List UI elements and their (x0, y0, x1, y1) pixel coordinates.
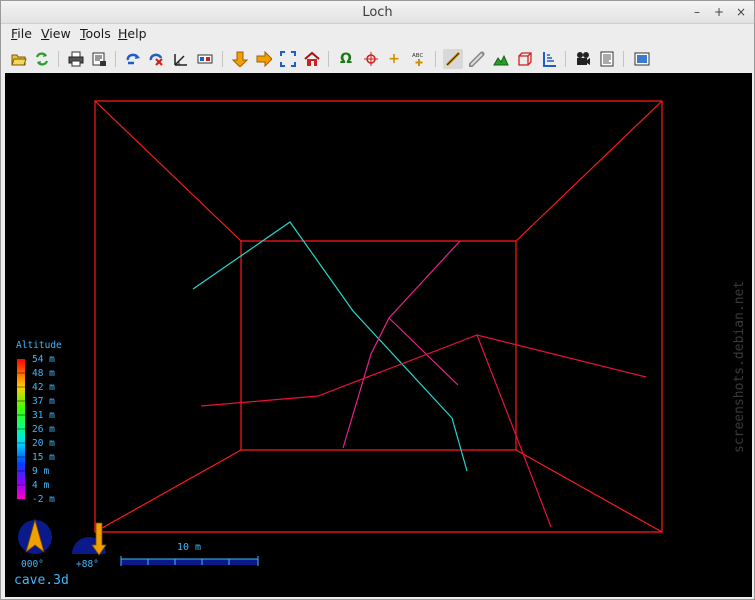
menu-view-label: iew (49, 26, 71, 41)
menu-file[interactable]: File (11, 26, 32, 41)
legend-label: 4 m (32, 480, 50, 491)
bounding-box-front (94, 100, 663, 533)
compass-bearing: 000° (21, 559, 44, 570)
legend-label: 42 m (32, 382, 55, 393)
watermark: screenshots.debian.net (732, 281, 747, 453)
centreline-icon[interactable] (443, 49, 463, 69)
toolbar-separator (58, 51, 59, 67)
menu-help[interactable]: Help (118, 26, 147, 41)
legend-label: 37 m (32, 396, 55, 407)
rotate-icon[interactable] (123, 49, 143, 69)
survey-leg-cyan (192, 221, 468, 472)
bounding-box-edges (94, 100, 663, 533)
tilt-icon[interactable] (171, 49, 191, 69)
menu-help-mnemonic: H (118, 26, 128, 41)
legend-label: 54 m (32, 354, 55, 365)
title-bar[interactable]: Loch – + × (1, 1, 754, 24)
close-button[interactable]: × (733, 4, 749, 20)
survey-leg-magenta-b (388, 317, 459, 386)
toolbar: Ω + ABC (1, 46, 754, 72)
elevation-icon[interactable] (195, 49, 215, 69)
svg-text:ABC: ABC (412, 53, 423, 59)
tubes-icon[interactable] (467, 49, 487, 69)
clino-tilt: +88° (76, 559, 99, 570)
menu-tools[interactable]: Tools (80, 26, 111, 41)
elevation-view-icon[interactable] (254, 49, 274, 69)
cave-3d-viewport[interactable]: Altitude 54 m 48 m 42 m 37 m 31 m 26 m 2… (5, 73, 752, 597)
movie-icon[interactable] (573, 49, 593, 69)
toolbar-separator (623, 51, 624, 67)
export-icon[interactable] (89, 49, 109, 69)
legend-label: 31 m (32, 410, 55, 421)
station-names-icon[interactable]: ABC (409, 49, 429, 69)
open-file-icon[interactable] (9, 49, 29, 69)
surface-icon[interactable] (491, 49, 511, 69)
print-icon[interactable] (66, 49, 86, 69)
menu-file-label: ile (17, 26, 32, 41)
legend-label: 9 m (32, 466, 50, 477)
legend-label: 15 m (32, 452, 55, 463)
bounding-box (94, 100, 663, 533)
watermark-text: screenshots.debian.net (732, 281, 747, 453)
omega-entrances-icon[interactable]: Ω (336, 49, 356, 69)
zoom-fit-icon[interactable] (278, 49, 298, 69)
toolbar-separator (328, 51, 329, 67)
survey-drawing (94, 100, 663, 533)
legend-label: 26 m (32, 424, 55, 435)
plan-view-icon[interactable] (230, 49, 250, 69)
app-window: Loch – + × File View Tools Help Ω + ABC (0, 0, 755, 600)
survey-leg-red-a (200, 334, 647, 407)
side-panel-icon[interactable] (597, 49, 617, 69)
toolbar-separator (565, 51, 566, 67)
legend-label: 48 m (32, 368, 55, 379)
scale-bar (120, 556, 259, 566)
toolbar-separator (115, 51, 116, 67)
legend-title: Altitude (16, 340, 62, 351)
depth-icon[interactable] (539, 49, 559, 69)
fullscreen-icon[interactable] (632, 49, 652, 69)
bounding-box-icon[interactable] (515, 49, 535, 69)
toolbar-separator (222, 51, 223, 67)
scale-bar-label: 10 m (177, 542, 202, 553)
menu-bar: File View Tools Help (1, 24, 754, 44)
clino-icon[interactable] (69, 521, 109, 557)
compass-icon[interactable] (15, 517, 55, 557)
legend-label: 20 m (32, 438, 55, 449)
maximize-button[interactable]: + (711, 4, 727, 20)
minimize-button[interactable]: – (689, 4, 705, 20)
home-view-icon[interactable] (302, 49, 322, 69)
fixed-points-icon[interactable] (361, 49, 381, 69)
menu-help-label: elp (127, 26, 147, 41)
altitude-color-bar (17, 359, 25, 499)
window-title: Loch (362, 5, 393, 20)
stop-rotation-icon[interactable] (146, 49, 166, 69)
crosses-icon[interactable]: + (384, 49, 404, 69)
survey-leg-magenta-a (342, 240, 461, 449)
menu-tools-label: ools (85, 26, 111, 41)
reload-icon[interactable] (32, 49, 52, 69)
file-name: cave.3d (14, 573, 69, 588)
bounding-box-back (240, 240, 517, 451)
survey-leg-red-b (476, 334, 552, 528)
toolbar-separator (435, 51, 436, 67)
legend-label: -2 m (32, 494, 55, 505)
menu-view[interactable]: View (41, 26, 71, 41)
